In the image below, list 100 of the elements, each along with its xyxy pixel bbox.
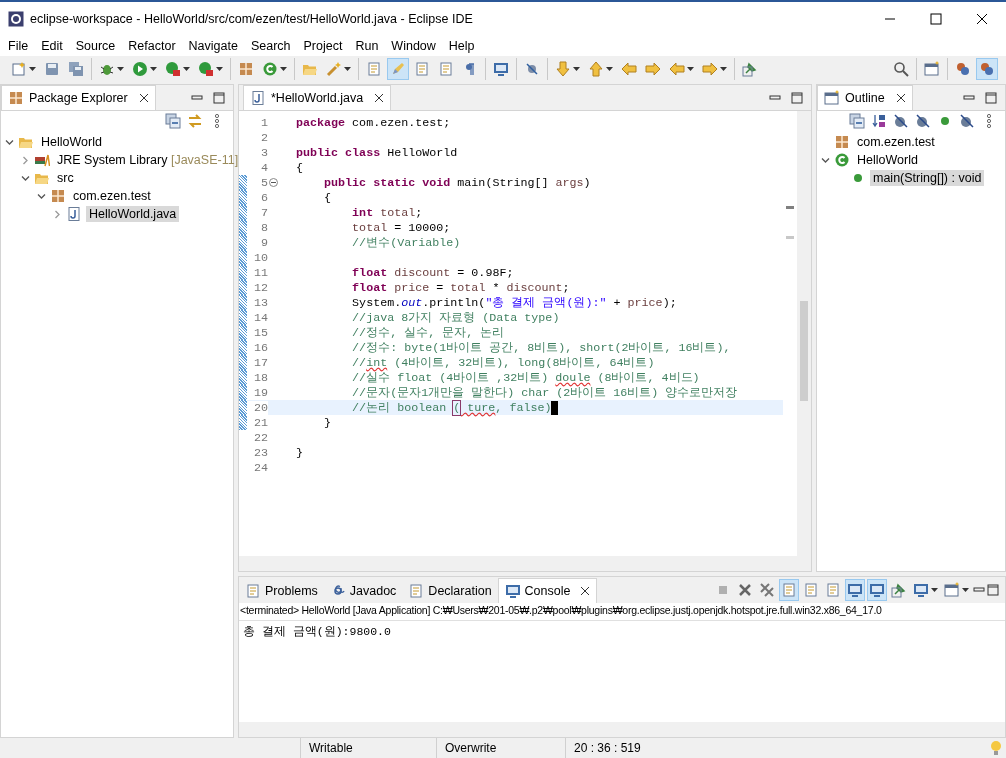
code-line: //정수, 실수, 문자, 논리 [351,325,505,340]
link-arrows-icon [187,113,203,129]
code-line: float discount = 0.98F; [351,265,514,280]
close-icon [737,582,753,598]
class-icon [834,152,850,168]
menu-item[interactable]: Edit [41,39,63,53]
close-icon[interactable] [374,93,385,103]
tree-item[interactable]: HelloWorld [854,152,921,168]
code-line: //문자(문자1개만을 말한다) char (2바이트 16비트) 양수로만저장 [351,385,738,400]
caret-icon [573,67,580,71]
overview-marker [786,206,794,209]
close-icon[interactable] [895,93,906,103]
hide-local-icon [959,113,975,129]
tab-label: Package Explorer [29,91,128,105]
expanded-chevron-icon[interactable] [5,137,14,147]
menu-item[interactable]: Run [355,39,379,53]
toolbar-button[interactable] [845,579,865,601]
caret-icon [931,588,938,592]
code-line: { [323,190,332,205]
code-line: float price = total * discount; [351,280,570,295]
lightbulb-icon[interactable] [990,740,1002,756]
class-icon [262,61,278,77]
close-all-icon [759,582,775,598]
toolbar-button[interactable] [976,58,998,80]
tab-label: Outline [845,91,885,105]
tree-item[interactable]: com.ezen.test [70,188,154,204]
collapsed-chevron-icon[interactable] [21,155,30,165]
vertical-scrollbar[interactable] [797,111,811,556]
view-tab[interactable]: Declaration [402,579,498,603]
monitor-icon [847,582,863,598]
close-icon[interactable] [138,93,149,103]
menu-item[interactable]: Refactor [128,39,176,53]
menu-item[interactable]: Navigate [188,39,238,53]
menu-item[interactable]: Search [250,39,291,53]
hide-static-icon [915,113,931,129]
maximize-icon[interactable] [930,13,942,25]
run-icon [132,61,148,77]
caret-icon [183,67,190,71]
code-line: public static void main(String[] args) [323,175,591,190]
notes-icon [414,61,430,77]
clear-icon [781,582,797,598]
forward-arrow-icon [702,61,718,77]
lock-icon [803,582,819,598]
view-tab[interactable]: Outline [817,85,913,110]
library-version: [JavaSE-11] [170,153,239,167]
view-tab[interactable]: Javadoc [323,579,403,603]
caret-icon [720,67,727,71]
problems-icon [245,583,261,599]
tree-item[interactable]: HelloWorld.java [86,206,180,222]
eclipse-logo-icon [8,11,24,27]
tree-item[interactable]: HelloWorld [38,134,105,150]
maximize-icon[interactable] [213,92,225,104]
tree-item[interactable]: src [54,170,77,186]
right-arrow-icon [645,61,661,77]
menu-item[interactable]: Window [391,39,436,53]
toolbox-icon [198,61,214,77]
menu-item[interactable]: Project [303,39,343,53]
menu-item[interactable]: Source [75,39,116,53]
console-output: 총 결제 금액(원):9800.0 [243,625,391,638]
code-line: //논리 boolean ( ture, false) [351,400,552,415]
declaration-icon [408,583,425,599]
back-arrow-icon [669,61,685,77]
tree-item[interactable]: main(String[]) : void [870,170,985,186]
close-icon[interactable] [976,13,988,25]
fold-icon[interactable] [268,178,278,187]
tree-item[interactable]: com.ezen.test [854,134,938,150]
collapse-all-icon [849,113,865,129]
expanded-chevron-icon[interactable] [821,155,830,165]
pencil-icon [390,61,406,77]
toolbar-button[interactable] [867,579,887,601]
view-tab[interactable]: Package Explorer [1,85,156,110]
code-line: public class HelloWorld [295,145,458,160]
status-writable: Writable [300,738,436,758]
pin-icon [742,61,758,77]
caret-icon [962,588,969,592]
caret-icon [606,67,613,71]
hide-fields-icon [893,113,909,129]
code-line: //java 8가지 자료형 (Data type) [351,310,560,325]
page-icon [438,61,454,77]
collapsed-chevron-icon[interactable] [53,209,62,219]
package-icon [238,61,254,77]
code-line: //실수 float (4바이트 ,32비트) doule (8바이트, 4비드) [351,370,700,385]
task-icon [366,61,382,77]
package-icon [834,134,850,150]
code-line: System.out.println("총 결제 금액(원):" + price); [351,295,677,310]
monitor-icon [869,582,885,598]
horizontal-scrollbar[interactable] [239,556,811,571]
view-tab[interactable]: Problems [239,579,324,603]
maximize-icon[interactable] [985,92,997,104]
horizontal-scrollbar[interactable] [239,722,1005,737]
view-tab[interactable]: Console [497,578,598,603]
close-icon[interactable] [580,586,591,596]
caret-icon [344,67,351,71]
caret-icon [150,67,157,71]
maximize-icon[interactable] [987,584,999,596]
menu-item[interactable]: File [8,39,29,53]
maximize-icon[interactable] [791,92,803,104]
editor-tab[interactable]: *HelloWorld.java [243,85,392,110]
menu-item[interactable]: Help [448,39,475,53]
tree-item[interactable]: JRE System Library [JavaSE-11] [54,152,242,168]
